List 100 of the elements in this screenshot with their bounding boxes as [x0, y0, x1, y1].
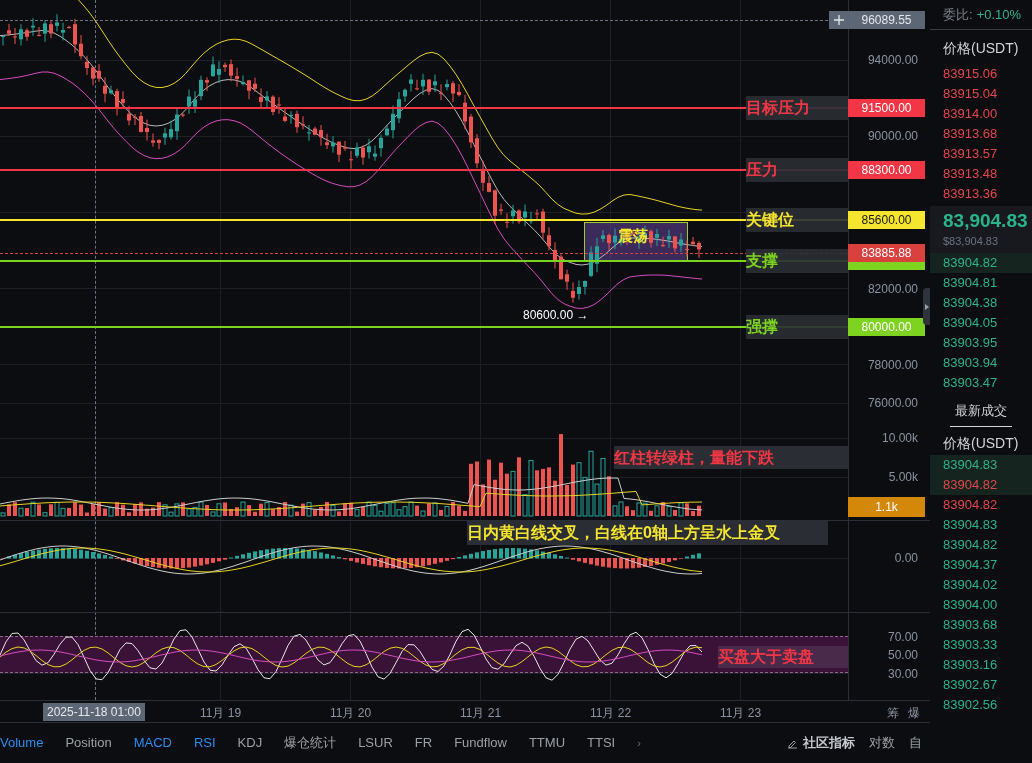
bid-price: 83904.38: [942, 293, 999, 312]
ask-price: 83913.68: [942, 125, 999, 143]
volume-bar: [91, 504, 95, 516]
scroll-handle[interactable]: [923, 288, 930, 325]
level-label: 关键位: [746, 208, 848, 232]
price-axis-label: 82000.00: [867, 281, 918, 296]
time-cursor-tag: 2025-11-18 01:00: [43, 703, 145, 721]
crosshair-price-tag: 96089.55: [848, 11, 925, 29]
volume-bar: [565, 485, 569, 516]
trade-price: 83904.00: [942, 596, 999, 614]
time-axis-label: 11月 23: [720, 705, 762, 722]
current-price-tag: 83885.88: [848, 243, 925, 262]
plus-icon: [833, 15, 844, 25]
volume-axis-label: 5.00k: [888, 470, 918, 484]
volume-bar: [79, 504, 83, 516]
log-scale-button[interactable]: 对数: [869, 733, 895, 753]
ask-price: 83915.04: [942, 85, 999, 103]
price-tag: 88300.00: [848, 161, 925, 179]
trade-price: 83904.82: [942, 536, 999, 554]
time-axis-label: 11月 19: [200, 705, 242, 722]
volume-bar: [697, 505, 701, 516]
ratio-label: 委比:: [943, 5, 973, 24]
volume-bar: [493, 479, 497, 516]
last-price: 83,904.83: [943, 209, 1029, 233]
price-axis-label: 90000.00: [867, 129, 918, 144]
trade-price: 83902.56: [942, 696, 999, 714]
community-indicators-button[interactable]: 社区指标: [803, 733, 855, 753]
more-button[interactable]: ›: [637, 734, 641, 752]
indicator-tab[interactable]: Volume: [0, 733, 44, 753]
macd-axis-label: 0.00: [894, 551, 918, 565]
rsi-note: 买盘大于卖盘: [718, 646, 848, 668]
trades-tab[interactable]: 最新成交: [950, 400, 1012, 427]
trade-price: 83902.67: [942, 676, 999, 694]
volume-note: 红柱转绿柱，量能下跌: [614, 446, 848, 469]
trade-price: 83903.68: [942, 616, 999, 634]
indicator-tab[interactable]: FR: [414, 733, 433, 753]
indicator-tab[interactable]: MACD: [133, 733, 172, 753]
bid-price: 83903.94: [942, 353, 999, 372]
volume-bar: [127, 512, 131, 516]
indicator-tab[interactable]: Position: [65, 733, 112, 753]
trade-price: 83904.37: [942, 556, 999, 574]
bid-price: 83903.95: [942, 333, 999, 352]
indicator-tab[interactable]: TTSI: [587, 733, 616, 753]
volume-bar: [85, 512, 89, 516]
bid-price: 83904.82: [930, 252, 1032, 273]
macd-note: 日内黄白线交叉，白线在0轴上方呈水上金叉: [467, 521, 828, 545]
price-tag: 85600.00: [848, 211, 925, 229]
last-price-usd: $83,904.83: [943, 234, 1000, 249]
price-axis-label: 78000.00: [867, 357, 918, 372]
volume-bar: [343, 503, 347, 516]
indicator-tab[interactable]: 爆仓统计: [284, 733, 337, 753]
volume-bar: [121, 504, 125, 516]
trade-price: 83904.02: [942, 576, 999, 594]
indicator-tab[interactable]: KDJ: [237, 733, 263, 753]
volume-bar: [277, 507, 281, 516]
indicator-tab[interactable]: TTMU: [528, 733, 566, 753]
rsi-axis-label: 30.00: [887, 666, 918, 681]
trade-price: 83904.82: [942, 496, 999, 514]
indicator-tab[interactable]: RSI: [193, 733, 216, 753]
indicator-tab[interactable]: Fundflow: [454, 733, 507, 753]
low-price-marker: 80600.00 →: [523, 307, 589, 324]
level-label: 目标压力: [746, 96, 848, 120]
column-header: 价格(USDT): [942, 39, 1020, 58]
bid-price: 83903.47: [942, 373, 999, 392]
column-header: 价格(USDT): [942, 434, 1020, 453]
time-axis-label: 11月 20: [330, 705, 372, 722]
volume-tag: 1.1k: [848, 497, 925, 518]
ask-price: 83913.36: [942, 185, 999, 203]
ask-price: 83913.57: [942, 145, 999, 163]
volume-bar: [73, 502, 77, 516]
trade-price: 83903.16: [942, 656, 999, 674]
axis-toggle[interactable]: 爆: [908, 704, 920, 722]
trade-price: 83904.82: [930, 475, 1032, 495]
trade-price: 83904.83: [942, 516, 999, 534]
volume-bar: [463, 510, 467, 516]
axis-toggle[interactable]: 筹: [887, 704, 899, 722]
volume-bar: [481, 484, 485, 516]
level-label: 支撑: [746, 249, 848, 273]
time-axis-label: 11月 22: [590, 705, 632, 722]
ask-price: 83915.06: [942, 65, 999, 83]
price-tag: 80000.00: [848, 318, 925, 336]
volume-bar: [145, 508, 149, 516]
bid-price: 83904.81: [942, 273, 999, 292]
bid-price: 83904.05: [942, 313, 999, 332]
volume-bar: [151, 507, 155, 516]
add-button[interactable]: [829, 11, 848, 29]
volume-bar: [553, 480, 557, 516]
volume-bar: [133, 504, 137, 516]
rsi-axis-label: 50.00: [887, 648, 918, 662]
volume-bar: [469, 463, 473, 516]
ask-price: 83913.48: [942, 165, 999, 183]
price-tag: 91500.00: [848, 99, 925, 117]
volume-bar: [229, 509, 233, 516]
trade-price: 83903.33: [942, 636, 999, 654]
ratio-value: +0.10%: [976, 5, 1022, 24]
time-axis-label: 11月 21: [460, 705, 502, 722]
indicator-tab[interactable]: LSUR: [358, 733, 393, 753]
auto-scale-button[interactable]: 自: [909, 733, 922, 753]
volume-bar: [541, 468, 545, 516]
volume-bar: [499, 462, 503, 516]
